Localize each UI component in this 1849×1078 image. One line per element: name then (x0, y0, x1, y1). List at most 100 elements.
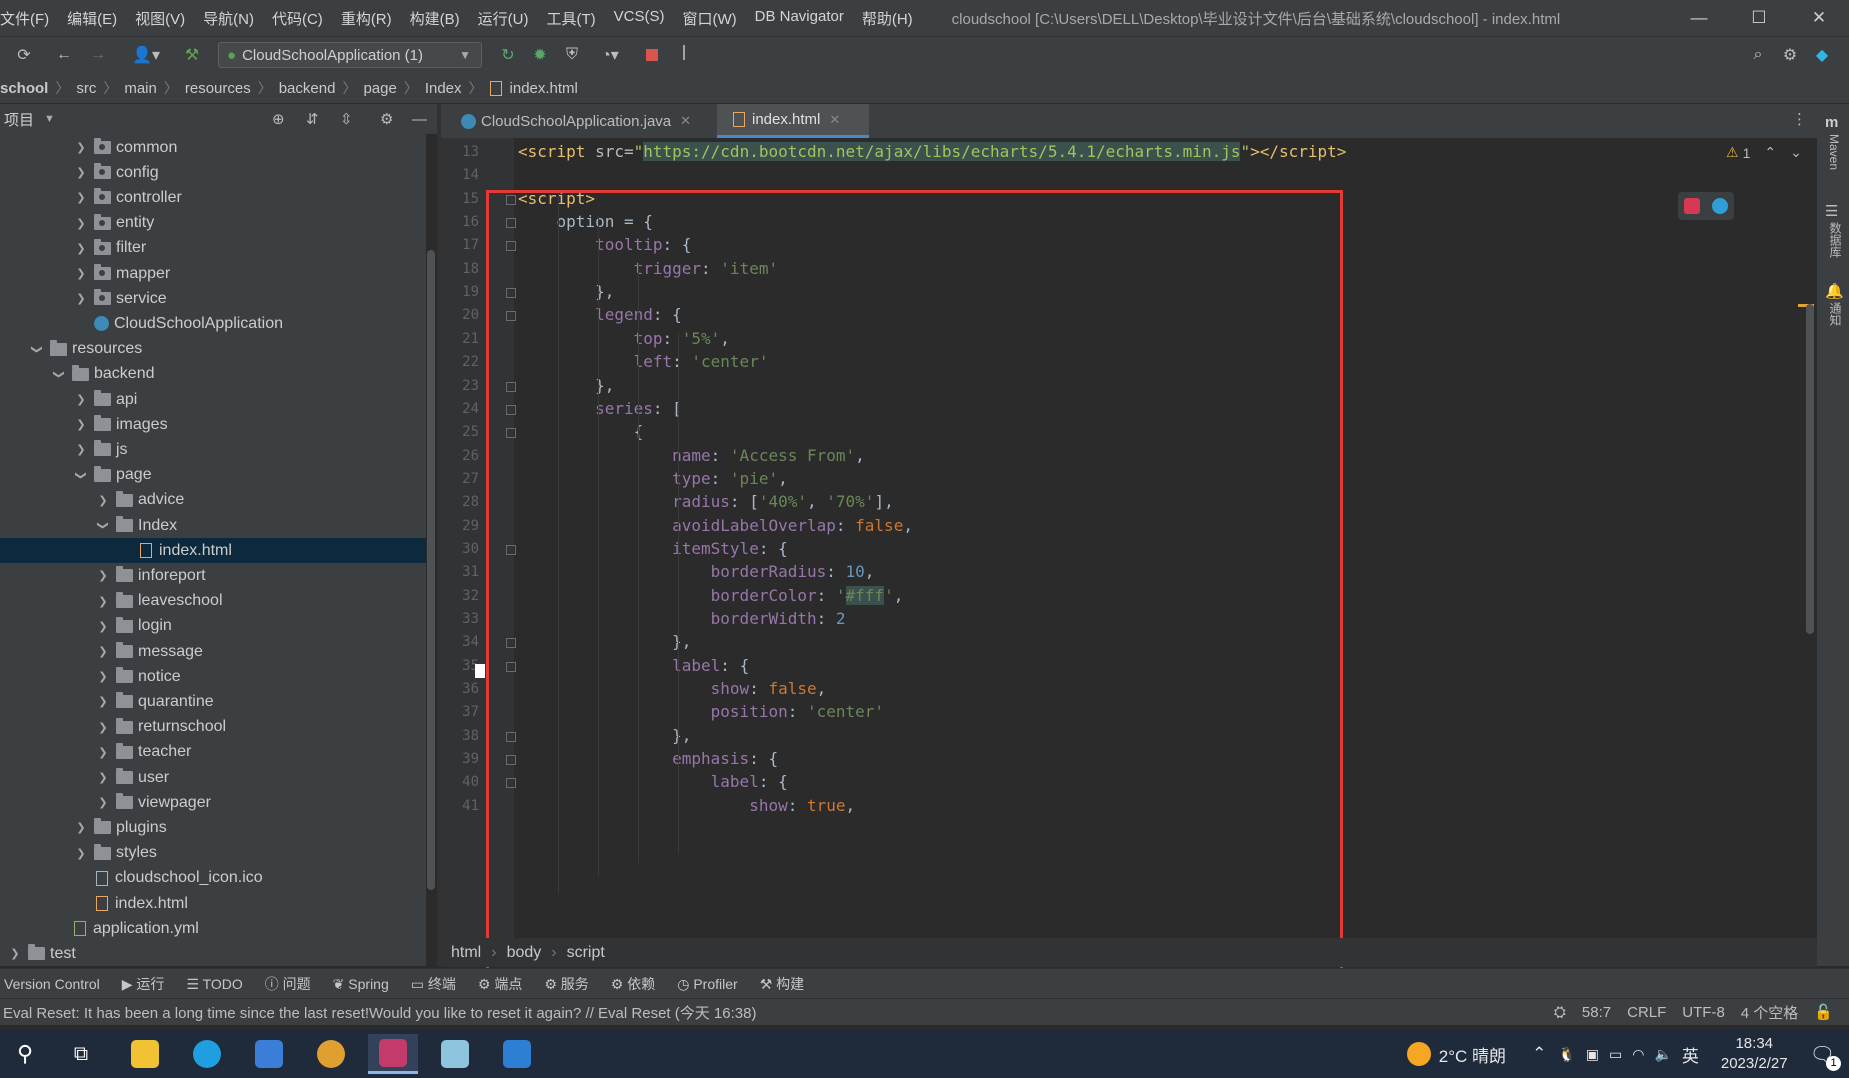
tool-window-button[interactable]: Version Control (4, 976, 100, 992)
nav-path-item[interactable]: body (507, 944, 542, 962)
sync-icon[interactable]: ⟳ (12, 43, 36, 67)
more-icon[interactable]: ⋮ (1792, 110, 1807, 128)
breadcrumb-item[interactable]: page (359, 80, 400, 97)
tree-item[interactable]: index.html (0, 538, 426, 564)
tree-toggle-icon[interactable]: ❯ (96, 645, 110, 658)
tree-toggle-icon[interactable]: ❯ (96, 746, 110, 759)
attach-icon[interactable]: ꟾ (672, 43, 696, 67)
tree-item[interactable]: ❯ page (0, 463, 426, 488)
tree-item[interactable]: index.html (0, 891, 426, 916)
tree-toggle-icon[interactable]: ❯ (96, 771, 110, 784)
tree-toggle-icon[interactable]: ❯ (74, 821, 88, 834)
tree-item[interactable]: ❯ backend (0, 362, 426, 387)
weather-text[interactable]: 2°C 晴朗 (1439, 1042, 1506, 1067)
weather-sun-icon[interactable] (1406, 1042, 1431, 1066)
notepad-icon[interactable] (430, 1034, 480, 1074)
tree-toggle-icon[interactable]: ❯ (74, 847, 88, 860)
tool-window-button[interactable]: ▶ 运行 (122, 974, 165, 994)
right-strip-database[interactable]: 数据库 (1827, 222, 1844, 258)
rerun-icon[interactable]: ↻ (496, 43, 520, 67)
maximize-icon[interactable]: ☐ (1729, 0, 1789, 36)
tree-toggle-icon[interactable]: ❯ (96, 796, 110, 809)
tree-item[interactable]: ❯ leaveschool (0, 589, 426, 614)
lock-icon[interactable]: 🔓 (1814, 1003, 1833, 1021)
menu-item[interactable]: DB Navigator (746, 8, 853, 29)
tree-toggle-icon[interactable]: ❯ (96, 721, 110, 734)
minimize-icon[interactable]: — (1669, 0, 1729, 36)
plugin-icon[interactable]: ◆ (1810, 43, 1834, 67)
tree-toggle-icon[interactable]: ❯ (96, 569, 110, 582)
file-encoding[interactable]: UTF-8 (1682, 1004, 1725, 1021)
tree-toggle-icon[interactable]: ❯ (75, 468, 88, 482)
menu-item[interactable]: 编辑(E) (58, 8, 126, 29)
tree-item[interactable]: cloudschool_icon.ico (0, 866, 426, 891)
tree-item[interactable]: ❯ inforeport (0, 563, 426, 588)
intellij-browser-icon[interactable] (1684, 198, 1700, 214)
tree-item[interactable]: ❯ filter (0, 236, 426, 261)
gear-icon[interactable]: ⚙ (1778, 43, 1802, 67)
tree-item[interactable]: ❯ entity (0, 211, 426, 236)
chevron-up-icon[interactable]: ⌃ (1764, 144, 1776, 161)
tool-window-button[interactable]: ❦ Spring (333, 976, 389, 993)
build-hammer-icon[interactable]: ⚒ (180, 43, 204, 67)
tree-item[interactable]: ❯ Index (0, 513, 426, 538)
tool-window-button[interactable]: ⓘ 问题 (265, 974, 311, 994)
tool-window-button[interactable]: ▭ 终端 (411, 974, 456, 994)
tree-toggle-icon[interactable]: ❯ (96, 670, 110, 683)
tree-item[interactable]: ❯ config (0, 160, 426, 185)
tree-item[interactable]: ❯ user (0, 765, 426, 790)
start-search-icon[interactable]: ⚲ (0, 1034, 50, 1074)
tree-toggle-icon[interactable]: ❯ (74, 217, 88, 230)
coverage-icon[interactable]: ⛨ (560, 43, 584, 67)
tree-toggle-icon[interactable]: ❯ (74, 267, 88, 280)
tree-toggle-icon[interactable]: ❯ (8, 947, 22, 960)
tool-window-button[interactable]: ◷ Profiler (677, 976, 737, 993)
breadcrumb-item[interactable]: backend (275, 80, 340, 97)
tree-toggle-icon[interactable]: ❯ (97, 519, 110, 533)
tree-toggle-icon[interactable]: ❯ (74, 141, 88, 154)
breadcrumb-item[interactable]: Index (421, 80, 466, 97)
code-line[interactable]: <script src="https://cdn.bootcdn.net/aja… (518, 142, 1346, 161)
tree-item[interactable]: application.yml (0, 916, 426, 941)
locate-icon[interactable]: ⊕ (272, 110, 285, 128)
ime-indicator[interactable]: 英 (1682, 1042, 1699, 1067)
status-message[interactable]: Eval Reset: It has been a long time sinc… (3, 1002, 756, 1023)
profile-icon[interactable]: ◔▾ (592, 43, 628, 67)
indent-setting[interactable]: 4 个空格 (1741, 1002, 1799, 1023)
bookmark-marker[interactable] (475, 664, 485, 678)
forward-icon[interactable]: → (86, 43, 110, 67)
user-icon[interactable]: 👤▾ (128, 43, 164, 67)
tool-window-button[interactable]: ⚙ 端点 (478, 974, 522, 994)
tree-item[interactable]: ❯ service (0, 286, 426, 311)
tree-item[interactable]: ❯ advice (0, 488, 426, 513)
tree-item[interactable]: ❯ resources (0, 337, 426, 362)
tab-cloudschoolapplication-java[interactable]: CloudSchoolApplication.java ✕ (447, 104, 715, 138)
menu-item[interactable]: 帮助(H) (853, 8, 922, 29)
nav-path-item[interactable]: script (567, 944, 605, 962)
tree-toggle-icon[interactable]: ❯ (74, 242, 88, 255)
breadcrumb-item[interactable]: resources (181, 80, 255, 97)
project-scrollbar[interactable] (427, 250, 435, 890)
breadcrumb-item[interactable]: school (0, 80, 52, 97)
tool-window-button[interactable]: ⚒ 构建 (760, 974, 804, 994)
photos-icon[interactable] (492, 1034, 542, 1074)
tree-toggle-icon[interactable]: ❯ (96, 620, 110, 633)
menu-item[interactable]: 工具(T) (537, 8, 604, 29)
tree-item[interactable]: ❯ message (0, 639, 426, 664)
file-explorer-icon[interactable] (120, 1034, 170, 1074)
caret-position[interactable]: 58:7 (1582, 1004, 1611, 1021)
edge-browser-icon[interactable] (1712, 198, 1728, 214)
breadcrumb-item[interactable]: src (72, 80, 100, 97)
back-icon[interactable]: ← (52, 43, 76, 67)
stop-icon[interactable] (640, 43, 664, 67)
tool-window-button[interactable]: ☰ TODO (186, 976, 242, 993)
maven-icon[interactable]: m (1825, 114, 1838, 131)
hide-icon[interactable]: — (412, 111, 427, 128)
menu-item[interactable]: 代码(C) (263, 8, 332, 29)
tree-toggle-icon[interactable]: ❯ (74, 418, 88, 431)
breadcrumb-item[interactable]: main (120, 80, 161, 97)
collapse-all-icon[interactable]: ⇳ (340, 110, 353, 128)
volume-icon[interactable]: 🔈 (1654, 1046, 1671, 1063)
tree-item[interactable]: ❯ quarantine (0, 689, 426, 714)
chevron-up-icon[interactable]: ⌃ (1532, 1044, 1546, 1064)
